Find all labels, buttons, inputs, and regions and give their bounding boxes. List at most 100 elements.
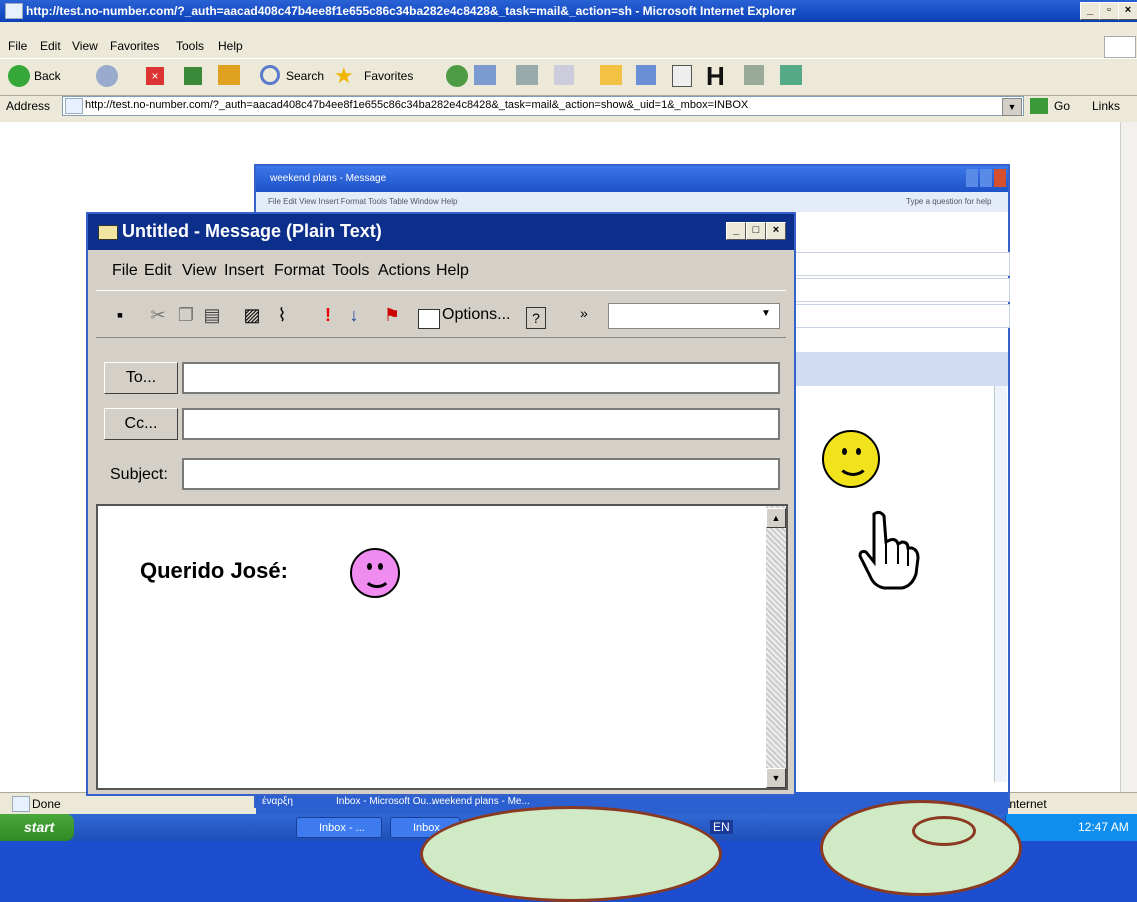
compose-toolbar: ▪ ✂ ❐ ▤ ▨ ⌇ ! ↓ ⚑ Options... ? » ▼: [96, 290, 786, 338]
bg-title-bar: weekend plans - Message: [256, 166, 1008, 192]
back-label[interactable]: Back: [34, 69, 61, 83]
start-label: start: [24, 819, 55, 835]
start-button[interactable]: start: [0, 814, 74, 841]
menu-help[interactable]: Help: [218, 39, 243, 53]
browser-menu-bar: File Edit View Favorites Tools Help: [0, 36, 1137, 58]
bg-field-3: [794, 304, 1010, 328]
body-scrollbar[interactable]: ▲ ▼: [766, 506, 786, 788]
decorative-oval-right: [820, 800, 1022, 896]
address-input[interactable]: http://test.no-number.com/?_auth=aacad40…: [62, 96, 1024, 116]
print-icon[interactable]: [516, 65, 538, 85]
bg-task-1[interactable]: Inbox - Microsoft Ou...: [336, 796, 434, 807]
mail-icon[interactable]: [474, 65, 496, 85]
cc-field[interactable]: [182, 408, 780, 440]
help-icon[interactable]: ?: [526, 307, 546, 329]
toolbar-overflow-icon[interactable]: »: [580, 305, 588, 321]
compose-menu-actions[interactable]: Actions: [378, 262, 430, 280]
language-indicator[interactable]: EN: [710, 820, 733, 834]
subject-field[interactable]: [182, 458, 780, 490]
options-icon[interactable]: [418, 309, 440, 329]
windows-logo-icon: [1104, 36, 1136, 58]
back-icon[interactable]: [8, 65, 30, 87]
compose-menu-tools[interactable]: Tools: [332, 262, 369, 280]
messenger-icon[interactable]: [636, 65, 656, 85]
compose-menu-file[interactable]: File: [112, 262, 138, 280]
menu-favorites[interactable]: Favorites: [110, 39, 159, 53]
menu-tools[interactable]: Tools: [176, 39, 204, 53]
forward-icon[interactable]: [96, 65, 118, 87]
address-value: http://test.no-number.com/?_auth=aacad40…: [85, 99, 749, 111]
toolbar-combo[interactable]: ▼: [608, 303, 780, 329]
scroll-down-button[interactable]: ▼: [766, 768, 786, 788]
go-label[interactable]: Go: [1054, 99, 1070, 113]
edit-icon[interactable]: [554, 65, 574, 85]
compose-maximize-button[interactable]: □: [746, 222, 766, 240]
cc-button[interactable]: Cc...: [104, 408, 178, 440]
attach-icon[interactable]: ⌇: [272, 305, 292, 325]
task-inbox-1[interactable]: Inbox - ...: [296, 817, 382, 838]
bg-close-button[interactable]: [994, 169, 1006, 187]
address-dropdown[interactable]: ▼: [1002, 98, 1022, 116]
quick-launch[interactable]: [84, 819, 254, 837]
to-field[interactable]: [182, 362, 780, 394]
cut-icon[interactable]: ✂: [148, 305, 168, 325]
menu-edit[interactable]: Edit: [40, 39, 61, 53]
links-label[interactable]: Links: [1092, 99, 1120, 113]
media-icon[interactable]: [446, 65, 468, 87]
hand-cursor-icon: [856, 508, 926, 594]
compose-close-button[interactable]: ×: [766, 222, 786, 240]
folder-icon[interactable]: [600, 65, 622, 85]
favorites-star-icon[interactable]: ★: [334, 63, 354, 89]
page-icon[interactable]: [672, 65, 692, 87]
browser-toolbar: Back × Search ★ Favorites H: [0, 58, 1137, 96]
compose-minimize-button[interactable]: _: [726, 222, 746, 240]
research-icon[interactable]: [744, 65, 764, 85]
home-icon[interactable]: [218, 65, 240, 85]
close-button[interactable]: ×: [1118, 2, 1137, 20]
options-button[interactable]: Options...: [442, 301, 536, 329]
bg-menu-bar: File Edit View Insert Format Tools Table…: [256, 192, 1008, 212]
bg-task-0[interactable]: έναρξη: [262, 796, 293, 807]
bg-menu-text[interactable]: File Edit View Insert Format Tools Table…: [268, 197, 457, 206]
browser-scrollbar[interactable]: [1120, 122, 1137, 792]
low-importance-icon[interactable]: ↓: [344, 305, 364, 325]
check-names-icon[interactable]: ▨: [242, 305, 262, 325]
paste-icon[interactable]: ▤: [202, 305, 222, 325]
maximize-button[interactable]: ▫: [1099, 2, 1119, 20]
menu-view[interactable]: View: [72, 39, 98, 53]
subject-label: Subject:: [110, 466, 168, 483]
scroll-up-button[interactable]: ▲: [766, 508, 786, 528]
search-icon[interactable]: [260, 65, 280, 85]
bg-task-2[interactable]: weekend plans - Me...: [432, 796, 530, 807]
to-button[interactable]: To...: [104, 362, 178, 394]
pink-smiley-icon: [350, 548, 400, 598]
compose-window: Untitled - Message (Plain Text) _ □ × Fi…: [86, 212, 796, 796]
go-arrow-icon[interactable]: [1030, 98, 1048, 114]
compose-menu-help[interactable]: Help: [436, 262, 469, 280]
refresh-icon[interactable]: [184, 67, 202, 85]
message-body[interactable]: Querido José: ▲ ▼: [96, 504, 788, 790]
bg-scrollbar[interactable]: [994, 386, 1007, 782]
search-label[interactable]: Search: [286, 69, 324, 83]
compose-menu-format[interactable]: Format: [274, 262, 325, 280]
compose-menu-insert[interactable]: Insert: [224, 262, 264, 280]
compose-menu-view[interactable]: View: [182, 262, 216, 280]
save-icon[interactable]: ▪: [110, 305, 130, 325]
stop-icon[interactable]: ×: [146, 67, 164, 85]
menu-file[interactable]: File: [8, 39, 27, 53]
bg-minimize-button[interactable]: [966, 169, 978, 187]
bg-ask-question[interactable]: Type a question for help: [906, 197, 991, 206]
bg-field-2: [794, 278, 1010, 302]
high-importance-icon[interactable]: !: [318, 305, 338, 325]
compose-menu-edit[interactable]: Edit: [144, 262, 172, 280]
users-icon[interactable]: [780, 65, 802, 85]
flag-icon[interactable]: ⚑: [382, 305, 402, 325]
copy-icon[interactable]: ❐: [176, 305, 196, 325]
body-greeting: Querido José:: [140, 558, 288, 583]
minimize-button[interactable]: _: [1080, 2, 1100, 20]
bg-maximize-button[interactable]: [980, 169, 992, 187]
h-icon[interactable]: H: [706, 61, 725, 92]
decorative-oval-small: [912, 816, 976, 846]
compose-title: Untitled - Message (Plain Text): [122, 221, 382, 241]
favorites-label[interactable]: Favorites: [364, 69, 413, 83]
